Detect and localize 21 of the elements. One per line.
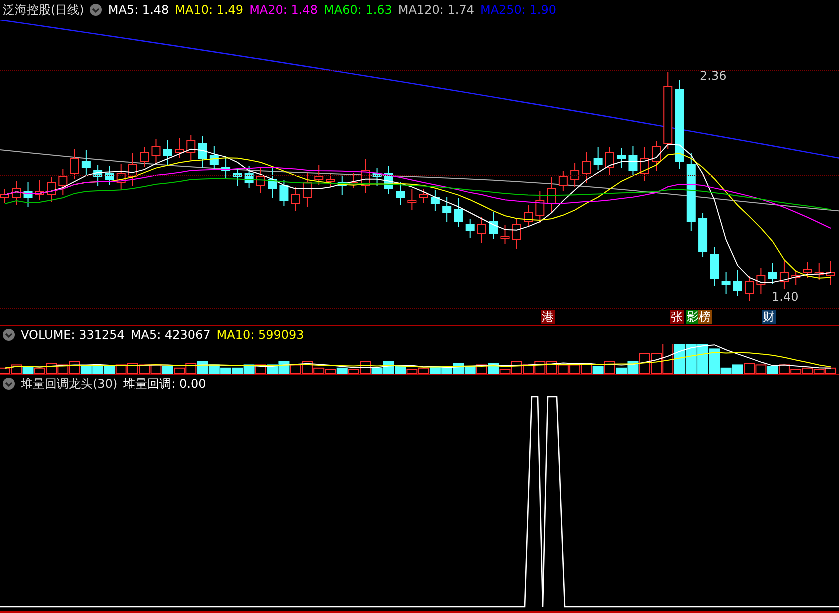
collapse-icon[interactable] bbox=[3, 329, 15, 341]
collapse-icon[interactable] bbox=[90, 4, 102, 16]
event-badge[interactable]: 张 bbox=[670, 310, 684, 324]
indicator-readout: MA20: 1.48 bbox=[250, 3, 318, 17]
indicator-title: 堆量回调龙头(30) bbox=[21, 376, 118, 392]
event-badge[interactable]: 财 bbox=[762, 310, 776, 324]
event-badge[interactable]: 榜 bbox=[698, 310, 712, 324]
indicator-readout: 堆量回调: 0.00 bbox=[124, 376, 206, 392]
price-label: 1.40 bbox=[772, 290, 799, 304]
price-label: 2.36 bbox=[700, 69, 727, 83]
chart-title: 泛海控股(日线) bbox=[3, 2, 84, 18]
indicator-readout: MA5: 1.48 bbox=[108, 3, 170, 17]
indicator-readout: MA60: 1.63 bbox=[324, 3, 392, 17]
indicator-readout: VOLUME: 331254 bbox=[21, 328, 125, 342]
indicator-readout: MA120: 1.74 bbox=[398, 3, 474, 17]
indicator-readout: MA5: 423067 bbox=[130, 328, 211, 342]
collapse-icon[interactable] bbox=[3, 378, 15, 390]
indicator-readout: MA10: 1.49 bbox=[175, 3, 244, 17]
indicator-readout: MA10: 599093 bbox=[216, 328, 304, 342]
event-badge[interactable]: 港 bbox=[541, 310, 555, 324]
indicator-readout: MA250: 1.90 bbox=[480, 3, 557, 17]
